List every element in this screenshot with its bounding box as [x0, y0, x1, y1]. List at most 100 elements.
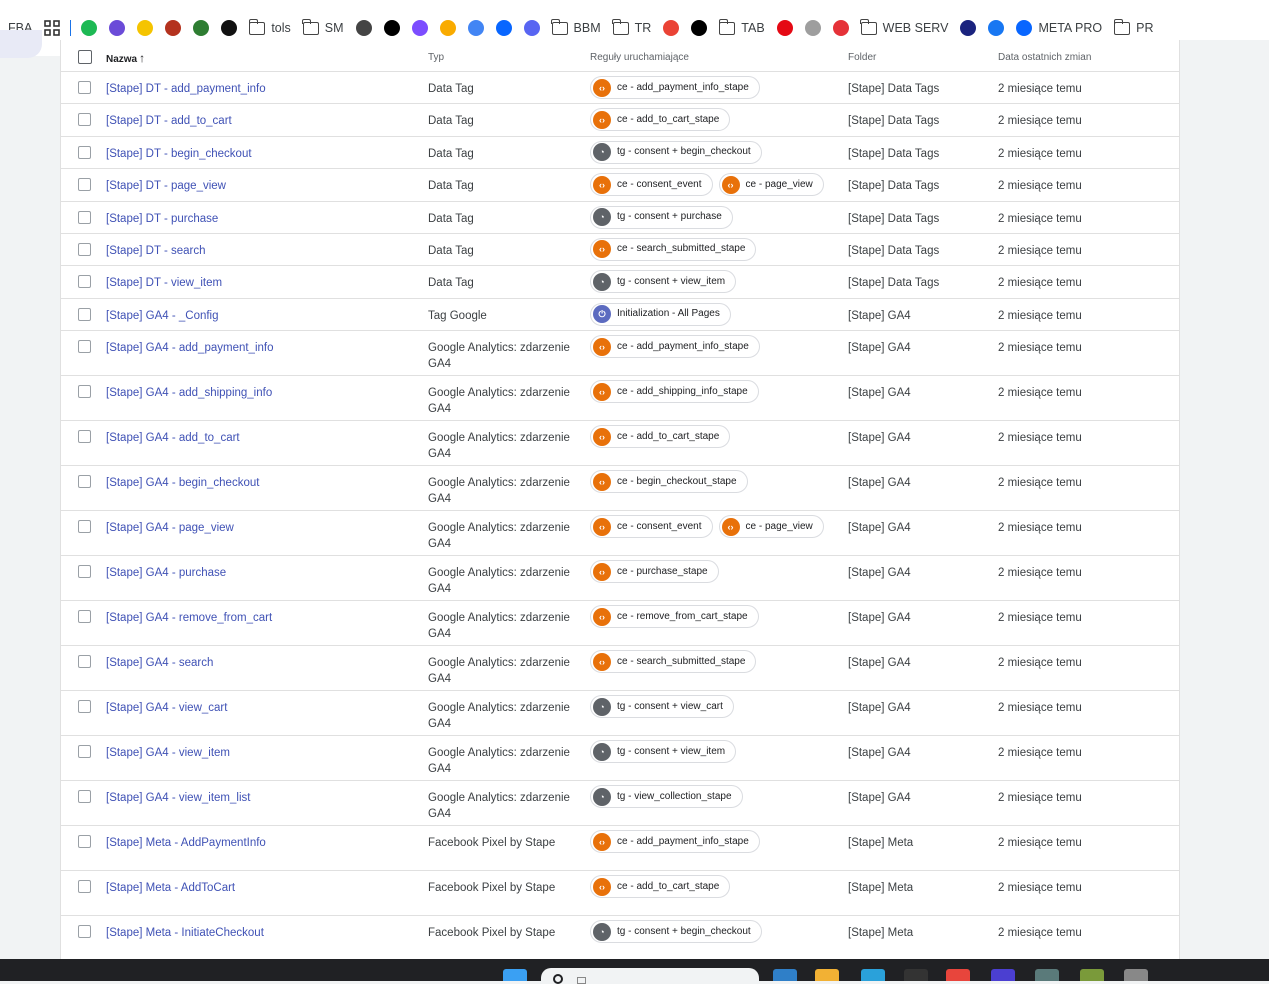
row-checkbox[interactable] — [78, 925, 91, 939]
select-all-checkbox[interactable] — [78, 50, 92, 64]
table-row[interactable]: [Stape] DT - purchase Data Tag ◔ tg - conse… — [61, 202, 1179, 234]
table-row[interactable]: [Stape] Meta - AddToCart Facebook Pixel b… — [61, 871, 1179, 917]
bookmark-meta[interactable] — [490, 13, 518, 43]
tag-name-link[interactable]: [Stape] DT - add_payment_info — [106, 81, 266, 97]
table-row[interactable]: [Stape] DT - add_payment_info Data Tag ‹› c… — [61, 72, 1179, 105]
bookmark-spotify[interactable] — [75, 13, 103, 43]
tag-name-link[interactable]: [Stape] DT - view_item — [106, 275, 222, 291]
row-checkbox[interactable] — [78, 145, 91, 159]
row-checkbox[interactable] — [78, 835, 91, 849]
app-icon[interactable] — [904, 969, 928, 981]
tag-name-link[interactable]: [Stape] GA4 - add_shipping_info — [106, 385, 272, 401]
table-row[interactable]: [Stape] DT - search Data Tag ‹› ce - search… — [61, 234, 1179, 267]
column-header-name[interactable]: Nazwa ↑ — [106, 50, 145, 68]
table-row[interactable]: [Stape] DT - view_item Data Tag ◔ tg - cons… — [61, 266, 1179, 299]
bookmark-meta-pro[interactable]: META PRO — [1010, 13, 1108, 43]
table-row[interactable]: [Stape] GA4 - _Config Tag Google ⏻ Initiali… — [61, 299, 1179, 332]
trigger-chip[interactable]: ‹› ce - consent_event — [590, 173, 713, 197]
trigger-chip[interactable]: ◔ tg - consent + begin_checkout — [590, 140, 762, 164]
bookmark-tab[interactable]: TAB — [713, 13, 770, 43]
tag-name-link[interactable]: [Stape] GA4 - view_item_list — [106, 790, 250, 806]
tag-name-link[interactable]: [Stape] DT - search — [106, 243, 206, 259]
table-row[interactable]: [Stape] GA4 - view_item_list Google Analy… — [61, 781, 1179, 827]
trigger-chip[interactable]: ⏻ Initialization - All Pages — [590, 302, 731, 326]
bookmark-tols[interactable]: tols — [243, 13, 296, 43]
app-green-icon[interactable] — [1080, 969, 1104, 981]
row-checkbox[interactable] — [78, 307, 91, 321]
tag-name-link[interactable]: [Stape] GA4 - view_cart — [106, 700, 227, 716]
row-checkbox[interactable] — [78, 210, 91, 224]
row-checkbox[interactable] — [78, 275, 91, 289]
row-checkbox[interactable] — [78, 520, 91, 534]
row-checkbox[interactable] — [78, 655, 91, 669]
row-checkbox[interactable] — [78, 178, 91, 192]
trigger-chip[interactable]: ‹› ce - add_to_cart_stape — [590, 108, 731, 132]
tag-name-link[interactable]: [Stape] GA4 - begin_checkout — [106, 475, 259, 491]
bookmark-tr[interactable]: TR — [607, 13, 658, 43]
trigger-chip[interactable]: ‹› ce - search_submitted_stape — [590, 650, 757, 674]
trigger-chip[interactable]: ‹› ce - add_payment_info_stape — [590, 830, 760, 854]
row-checkbox[interactable] — [78, 340, 91, 354]
bookmark-web-serv[interactable]: WEB SERV — [855, 13, 955, 43]
tag-name-link[interactable]: [Stape] GA4 - add_to_cart — [106, 430, 240, 446]
bookmark-copilot[interactable] — [406, 13, 434, 43]
trigger-chip[interactable]: ‹› ce - add_to_cart_stape — [590, 425, 731, 449]
tag-name-link[interactable]: [Stape] DT - page_view — [106, 178, 226, 194]
row-checkbox[interactable] — [78, 880, 91, 894]
bookmark-sm[interactable]: SM — [297, 13, 350, 43]
trigger-chip[interactable]: ‹› ce - begin_checkout_stape — [590, 470, 748, 494]
bookmark-doc[interactable] — [103, 13, 131, 43]
bookmark-chatgpt[interactable] — [350, 13, 378, 43]
bookmark-google[interactable] — [462, 13, 490, 43]
trigger-chip[interactable]: ‹› ce - remove_from_cart_stape — [590, 605, 759, 629]
telegram-icon[interactable] — [861, 969, 885, 981]
tag-name-link[interactable]: [Stape] Meta - AddPaymentInfo — [106, 835, 266, 851]
table-row[interactable]: [Stape] GA4 - remove_from_cart Google Ana… — [61, 601, 1179, 647]
bookmark-netflix[interactable] — [771, 13, 799, 43]
table-row[interactable]: [Stape] GA4 - view_cart Google Analytics:… — [61, 691, 1179, 737]
trigger-chip[interactable]: ◔ tg - consent + view_cart — [590, 695, 734, 719]
table-row[interactable]: [Stape] GA4 - add_to_cart Google Analytic… — [61, 421, 1179, 467]
trigger-chip[interactable]: ‹› ce - add_payment_info_stape — [590, 76, 760, 99]
bookmark-ab[interactable] — [159, 13, 187, 43]
trigger-chip[interactable]: ◔ tg - consent + purchase — [590, 205, 733, 229]
trigger-chip[interactable]: ‹› ce - page_view — [718, 515, 824, 539]
tag-name-link[interactable]: [Stape] DT - purchase — [106, 211, 218, 227]
file-explorer-icon[interactable] — [815, 969, 839, 981]
trigger-chip[interactable]: ◔ tg - view_collection_stape — [590, 785, 743, 809]
bookmark-e[interactable] — [827, 13, 855, 43]
bookmark-cloud[interactable] — [799, 13, 827, 43]
bookmark-pattern[interactable] — [131, 13, 159, 43]
row-checkbox[interactable] — [78, 790, 91, 804]
table-row[interactable]: [Stape] DT - begin_checkout Data Tag ◔ tg -… — [61, 137, 1179, 170]
tag-name-link[interactable]: [Stape] GA4 - purchase — [106, 565, 226, 581]
row-checkbox[interactable] — [78, 745, 91, 759]
row-checkbox[interactable] — [78, 81, 91, 94]
bookmark-b[interactable] — [518, 13, 546, 43]
column-header-type[interactable]: Typ — [428, 50, 578, 66]
tag-name-link[interactable]: [Stape] GA4 - remove_from_cart — [106, 610, 272, 626]
table-row[interactable]: [Stape] GA4 - page_view Google Analytics:… — [61, 511, 1179, 557]
row-checkbox[interactable] — [78, 700, 91, 714]
windows-start-icon[interactable] — [503, 969, 527, 981]
app-gray-icon[interactable] — [1124, 969, 1148, 981]
trigger-chip[interactable]: ‹› ce - search_submitted_stape — [590, 237, 757, 261]
trigger-chip[interactable]: ‹› ce - add_payment_info_stape — [590, 335, 760, 359]
tag-name-link[interactable]: [Stape] GA4 - search — [106, 655, 213, 671]
tag-name-link[interactable]: [Stape] DT - begin_checkout — [106, 146, 252, 162]
bookmark-analytics[interactable] — [434, 13, 462, 43]
chrome-icon[interactable] — [946, 969, 970, 981]
sidebar-active-pill[interactable] — [0, 30, 42, 58]
bookmark-gmail[interactable] — [657, 13, 685, 43]
table-row[interactable]: [Stape] GA4 - begin_checkout Google Analy… — [61, 466, 1179, 512]
table-row[interactable]: [Stape] GA4 - view_item Google Analytics:… — [61, 736, 1179, 782]
bookmark-threads[interactable] — [378, 13, 406, 43]
tag-name-link[interactable]: [Stape] GA4 - page_view — [106, 520, 234, 536]
table-row[interactable]: [Stape] GA4 - search Google Analytics: zd… — [61, 646, 1179, 692]
tag-name-link[interactable]: [Stape] DT - add_to_cart — [106, 113, 232, 129]
row-checkbox[interactable] — [78, 565, 91, 579]
bookmark-flower[interactable] — [187, 13, 215, 43]
app-teal-icon[interactable] — [1035, 969, 1059, 981]
bookmark-co[interactable] — [954, 13, 982, 43]
table-row[interactable]: [Stape] DT - page_view Data Tag ‹› ce - con… — [61, 169, 1179, 202]
